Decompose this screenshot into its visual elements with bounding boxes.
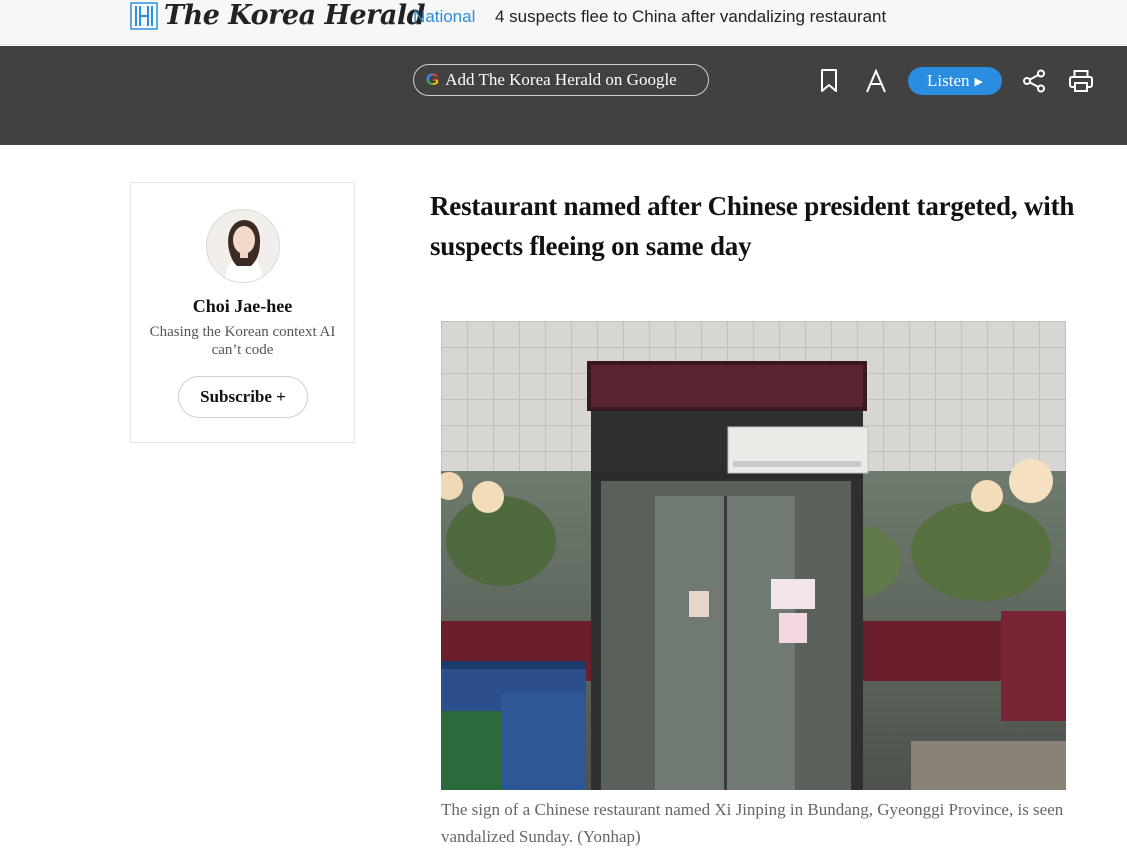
sticky-headline: 4 suspects flee to China after vandalizi… [495, 7, 887, 26]
author-avatar[interactable] [206, 209, 280, 283]
article-photo [441, 321, 1066, 790]
author-tagline: Chasing the Korean context AI can’t code [149, 324, 336, 358]
section-link-national[interactable]: National [413, 6, 475, 28]
author-card: Choi Jae-hee Chasing the Korean context … [130, 182, 355, 443]
article-toolbar: G Add The Korea Herald on Google Listen … [0, 46, 1127, 145]
photo-caption: The sign of a Chinese restaurant named X… [441, 800, 1064, 846]
author-name[interactable]: Choi Jae-hee [131, 296, 354, 317]
logo-h-icon [130, 2, 158, 30]
print-icon[interactable] [1068, 68, 1094, 94]
google-g-icon: G [426, 70, 440, 89]
play-icon: ▶ [974, 75, 983, 88]
site-logo[interactable]: The Korea Herald [130, 0, 426, 31]
listen-button[interactable]: Listen ▶ [908, 67, 1002, 95]
subscribe-button[interactable]: Subscribe + [178, 376, 308, 418]
top-header: The Korea Herald National 4 suspects fle… [0, 0, 1127, 45]
font-size-icon[interactable] [863, 68, 889, 94]
google-button-label: Add The Korea Herald on Google [445, 70, 677, 89]
add-on-google-button[interactable]: G Add The Korea Herald on Google [413, 64, 709, 96]
share-icon[interactable] [1021, 68, 1047, 94]
logo-text: The Korea Herald [164, 0, 426, 31]
article-title: Restaurant named after Chinese president… [430, 191, 1075, 261]
bookmark-icon[interactable] [816, 68, 842, 94]
listen-label: Listen [927, 71, 970, 90]
